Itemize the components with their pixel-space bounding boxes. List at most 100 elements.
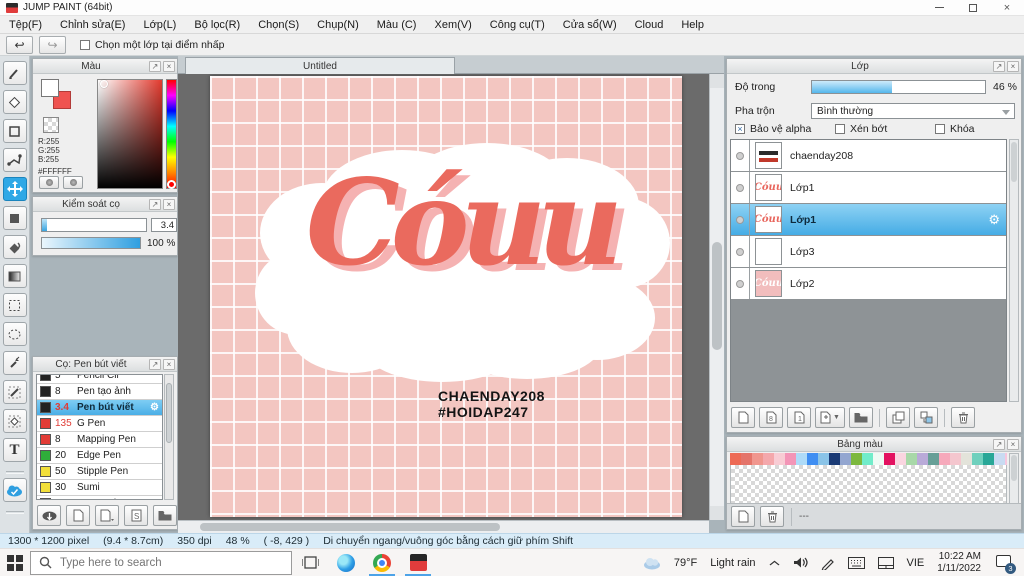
weather-condition[interactable]: Light rain: [710, 557, 755, 569]
windows-ink-pen-icon[interactable]: [821, 556, 835, 570]
palette-swatch[interactable]: [873, 453, 884, 465]
search-input[interactable]: [60, 556, 260, 569]
palette-swatch[interactable]: [785, 453, 796, 465]
volume-icon[interactable]: [793, 556, 808, 569]
rectangle-tool[interactable]: [2, 119, 27, 143]
palette-swatch[interactable]: [994, 453, 1005, 465]
layer-folder-button[interactable]: [849, 407, 873, 428]
menu-color[interactable]: Màu (C): [368, 16, 426, 33]
layer-visibility-toggle[interactable]: [731, 268, 750, 299]
add-palette-color-button[interactable]: [731, 506, 755, 527]
jump-paint-app-icon[interactable]: [400, 549, 436, 576]
saturation-value-picker[interactable]: [97, 79, 163, 189]
add-1bit-layer-button[interactable]: 1: [787, 407, 811, 428]
palette-swatch[interactable]: [906, 453, 917, 465]
menu-snap[interactable]: Chụp(N): [308, 16, 368, 33]
select-eraser-tool[interactable]: [2, 409, 27, 433]
lock-checkbox[interactable]: Khóa: [935, 123, 975, 135]
edge-app-icon[interactable]: [328, 549, 364, 576]
brush-opacity-slider[interactable]: [41, 237, 141, 249]
text-tool[interactable]: T: [2, 438, 27, 462]
palette-swatch[interactable]: [961, 453, 972, 465]
select-pen-tool[interactable]: [2, 380, 27, 404]
layer-visibility-toggle[interactable]: [731, 140, 750, 171]
menu-file[interactable]: Tệp(F): [0, 16, 51, 33]
palette-swatch[interactable]: [972, 453, 983, 465]
layer-list-scrollbar[interactable]: [1009, 139, 1019, 402]
layer-opacity-slider[interactable]: [811, 80, 986, 94]
hue-cursor[interactable]: [167, 180, 176, 189]
menu-select[interactable]: Chọn(S): [249, 16, 308, 33]
menu-tools[interactable]: Công cụ(T): [481, 16, 554, 33]
palette-swatch[interactable]: [862, 453, 873, 465]
lasso-select-tool[interactable]: [2, 322, 27, 346]
layer-row[interactable]: Cóuu Lớp1: [731, 172, 1006, 204]
weather-icon[interactable]: [643, 556, 661, 570]
layer-row[interactable]: chaenday208: [731, 140, 1006, 172]
foreground-background-colors[interactable]: [41, 79, 75, 111]
restore-button[interactable]: [956, 0, 990, 16]
cloud-sync-button[interactable]: [2, 478, 27, 502]
brush-row[interactable]: 30 Sumi: [37, 480, 162, 496]
temperature[interactable]: 79°F: [674, 557, 697, 569]
magic-wand-tool[interactable]: [2, 351, 27, 375]
layer-visibility-toggle[interactable]: [731, 236, 750, 267]
color-wheel-button[interactable]: [39, 176, 59, 189]
palette-swatch[interactable]: [730, 453, 741, 465]
palette-swatch[interactable]: [752, 453, 763, 465]
palette-swatch[interactable]: [983, 453, 994, 465]
add-8bit-layer-button[interactable]: 8: [759, 407, 783, 428]
bucket-tool[interactable]: [2, 235, 27, 259]
canvas-vertical-scrollbar[interactable]: [709, 74, 724, 520]
layer-settings-gear-icon[interactable]: ⚙: [988, 212, 1000, 228]
close-button[interactable]: ×: [990, 0, 1024, 16]
delete-layer-button[interactable]: [951, 407, 975, 428]
close-icon[interactable]: ×: [163, 198, 175, 210]
palette-scrollbar[interactable]: [1009, 453, 1019, 505]
palette-swatch[interactable]: [939, 453, 950, 465]
curve-tool[interactable]: [2, 148, 27, 172]
add-layer-button[interactable]: [731, 407, 755, 428]
brush-size-slider[interactable]: [41, 218, 147, 232]
move-tool[interactable]: [2, 177, 27, 201]
canvas-viewport[interactable]: Cóuu CHAENDAY208 #HOIDAP247: [178, 74, 709, 520]
clipping-checkbox[interactable]: Xén bớt: [835, 123, 935, 135]
brush-cloud-download-button[interactable]: [37, 505, 61, 526]
add-layer-dropdown-button[interactable]: ▼: [815, 407, 845, 428]
script-brush-button[interactable]: S: [124, 505, 148, 526]
layer-row[interactable]: Cóuu Lớp2: [731, 268, 1006, 300]
brush-row[interactable]: 8 Pen tạo ảnh: [37, 384, 162, 400]
undo-button[interactable]: ↩: [6, 35, 33, 54]
notification-center-button[interactable]: 3: [994, 554, 1016, 574]
new-brush-button[interactable]: [66, 505, 90, 526]
palette-swatch[interactable]: [917, 453, 928, 465]
brush-row[interactable]: 5 Pencil Cli: [37, 375, 162, 384]
menu-cloud[interactable]: Cloud: [626, 16, 673, 33]
palette-swatch[interactable]: [950, 453, 961, 465]
fill-rect-tool[interactable]: [2, 206, 27, 230]
palette-swatch[interactable]: [895, 453, 906, 465]
palette-swatch[interactable]: [741, 453, 752, 465]
chrome-app-icon[interactable]: [364, 549, 400, 576]
palette-swatch[interactable]: [829, 453, 840, 465]
palette-swatch[interactable]: [840, 453, 851, 465]
brush-folder-button[interactable]: [153, 505, 177, 526]
menu-filter[interactable]: Bộ lọc(R): [185, 16, 249, 33]
brush-row[interactable]: 20 Edge Pen: [37, 448, 162, 464]
protect-alpha-checkbox[interactable]: × Bảo vệ alpha: [735, 123, 835, 135]
close-icon[interactable]: ×: [163, 358, 175, 370]
layer-row[interactable]: Lớp3: [731, 236, 1006, 268]
blend-mode-select[interactable]: Bình thường: [811, 103, 1015, 119]
brush-settings-gear-icon[interactable]: ⚙: [150, 402, 159, 413]
palette-swatch[interactable]: [818, 453, 829, 465]
canvas-horizontal-scrollbar[interactable]: [178, 520, 709, 533]
start-button[interactable]: [0, 549, 30, 576]
language-indicator[interactable]: VIE: [907, 557, 925, 569]
task-view-button[interactable]: [292, 549, 328, 576]
canvas[interactable]: Cóuu CHAENDAY208 #HOIDAP247: [210, 76, 682, 517]
delete-palette-color-button[interactable]: [760, 506, 784, 527]
menu-help[interactable]: Help: [672, 16, 713, 33]
touchpad-icon[interactable]: [877, 556, 894, 569]
brush-row-selected[interactable]: 3.4 Pen bút viết ⚙: [37, 400, 162, 416]
popout-icon[interactable]: ↗: [149, 358, 161, 370]
